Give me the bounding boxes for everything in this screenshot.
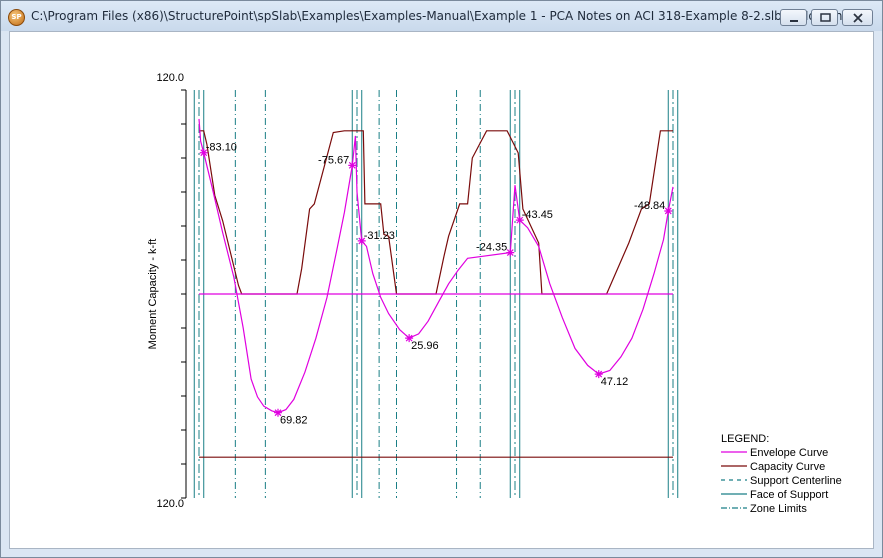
application-window: SP C:\Program Files (x86)\StructurePoint… <box>0 0 883 558</box>
y-axis-label: Moment Capacity - k-ft <box>147 239 159 350</box>
envelope-marker <box>506 248 515 257</box>
y-axis-bottom-label: 120.0 <box>156 498 184 510</box>
legend-item-label: Capacity Curve <box>750 461 825 473</box>
minimize-icon <box>790 20 798 22</box>
close-button[interactable] <box>842 9 873 26</box>
window-title: C:\Program Files (x86)\StructurePoint\sp… <box>31 9 863 23</box>
app-logo-icon[interactable]: SP <box>8 9 25 26</box>
minimize-button[interactable] <box>780 9 807 26</box>
chart-area: -83.10 69.82 -75.67 -31.23 25.96 -24.35 -43.45… <box>9 31 874 549</box>
legend-item-label: Zone Limits <box>750 503 807 515</box>
title-bar[interactable]: SP C:\Program Files (x86)\StructurePoint… <box>1 1 882 31</box>
legend-title: LEGEND: <box>721 433 769 445</box>
legend-item-label: Envelope Curve <box>750 447 828 459</box>
data-label: -83.10 <box>206 142 237 154</box>
data-label: 47.12 <box>601 376 629 388</box>
close-icon <box>853 13 863 23</box>
data-label: -48.84 <box>634 200 665 212</box>
capacity-curve-top <box>199 130 673 295</box>
data-label: -43.45 <box>522 209 553 221</box>
legend-item-label: Support Centerline <box>750 475 842 487</box>
data-label: -31.23 <box>364 230 395 242</box>
moment-capacity-chart: -83.10 69.82 -75.67 -31.23 25.96 -24.35 -43.45… <box>147 72 842 515</box>
envelope-curve <box>198 118 674 414</box>
legend-item-label: Face of Support <box>750 489 828 501</box>
maximize-icon <box>820 13 831 22</box>
envelope-marker <box>664 206 673 215</box>
data-label: 69.82 <box>280 415 308 427</box>
y-axis-top-label: 120.0 <box>156 72 184 84</box>
maximize-button[interactable] <box>811 9 838 26</box>
data-label: -24.35 <box>476 242 507 254</box>
data-label: -75.67 <box>318 154 349 166</box>
envelope-marker <box>348 161 357 170</box>
data-label: 25.96 <box>411 340 439 352</box>
